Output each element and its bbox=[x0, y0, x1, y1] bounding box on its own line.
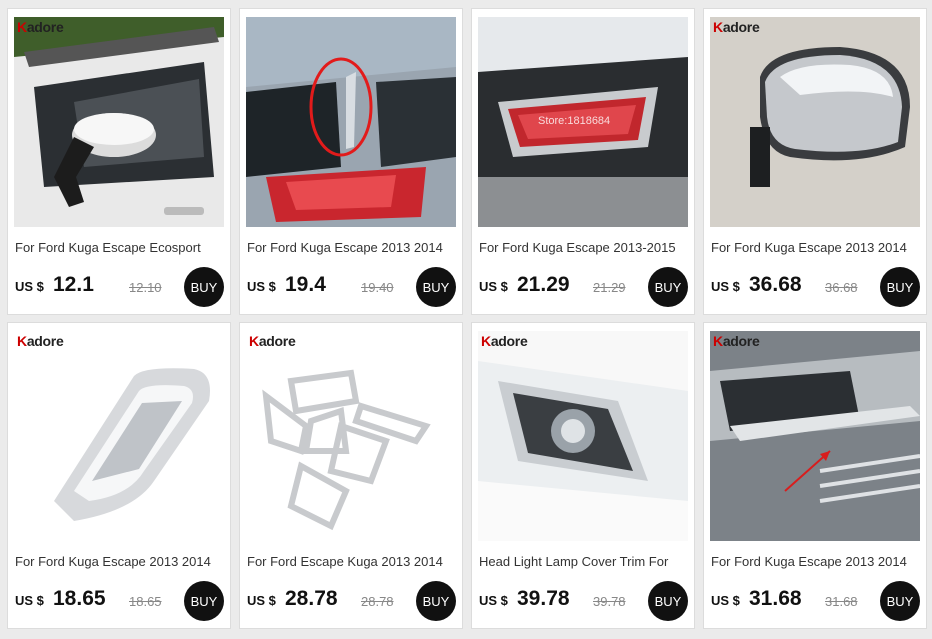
price: 18.65 bbox=[53, 587, 106, 610]
buy-button[interactable]: BUY bbox=[648, 267, 688, 307]
product-card[interactable]: Kadore For Ford Escape Kuga 2013 2014 US… bbox=[239, 322, 463, 629]
product-card[interactable]: For Ford Kuga Escape 2013 2014 US $ 19.4… bbox=[239, 8, 463, 315]
product-title[interactable]: For Ford Kuga Escape 2013 2014 bbox=[247, 240, 461, 255]
price-row: US $ 21.29 21.29 BUY bbox=[479, 267, 688, 309]
product-title[interactable]: For Ford Escape Kuga 2013 2014 bbox=[247, 554, 461, 569]
original-price: 18.65 bbox=[129, 594, 162, 609]
product-image[interactable]: Kadore bbox=[478, 331, 688, 541]
price: 12.1 bbox=[53, 273, 94, 296]
brand-logo: Kadore bbox=[713, 333, 760, 349]
product-card[interactable]: Kadore For Ford Kuga Escape 2013 2014 US… bbox=[703, 322, 927, 629]
brand-logo: Kadore bbox=[713, 19, 760, 35]
price-row: US $ 31.68 31.68 BUY bbox=[711, 581, 920, 623]
currency-label: US $ bbox=[15, 279, 44, 294]
product-image[interactable]: Kadore bbox=[14, 331, 224, 541]
brand-logo: Kadore bbox=[17, 19, 64, 35]
product-card[interactable]: Kadore Head Light Lamp Cover Trim For US… bbox=[471, 322, 695, 629]
product-image[interactable]: Kadore bbox=[14, 17, 224, 227]
buy-button[interactable]: BUY bbox=[416, 581, 456, 621]
currency-label: US $ bbox=[711, 593, 740, 608]
product-image[interactable]: Kadore bbox=[246, 331, 456, 541]
price-row: US $ 28.78 28.78 BUY bbox=[247, 581, 456, 623]
price: 21.29 bbox=[517, 273, 570, 296]
price-row: US $ 36.68 36.68 BUY bbox=[711, 267, 920, 309]
buy-button[interactable]: BUY bbox=[184, 267, 224, 307]
product-title[interactable]: For Ford Kuga Escape 2013 2014 bbox=[711, 554, 925, 569]
product-card[interactable]: Kadore For Ford Kuga Escape Ecosport US … bbox=[7, 8, 231, 315]
currency-label: US $ bbox=[247, 279, 276, 294]
price: 39.78 bbox=[517, 587, 570, 610]
product-title[interactable]: For Ford Kuga Escape 2013-2015 bbox=[479, 240, 693, 255]
original-price: 36.68 bbox=[825, 280, 858, 295]
price: 31.68 bbox=[749, 587, 802, 610]
currency-label: US $ bbox=[247, 593, 276, 608]
currency-label: US $ bbox=[479, 593, 508, 608]
price: 19.4 bbox=[285, 273, 326, 296]
buy-button[interactable]: BUY bbox=[880, 267, 920, 307]
product-image[interactable]: Kadore bbox=[710, 331, 920, 541]
original-price: 21.29 bbox=[593, 280, 626, 295]
product-image[interactable]: Kadore bbox=[710, 17, 920, 227]
currency-label: US $ bbox=[711, 279, 740, 294]
price: 28.78 bbox=[285, 587, 338, 610]
buy-button[interactable]: BUY bbox=[184, 581, 224, 621]
price-row: US $ 19.4 19.40 BUY bbox=[247, 267, 456, 309]
brand-logo: Kadore bbox=[481, 333, 528, 349]
product-title[interactable]: For Ford Kuga Escape Ecosport bbox=[15, 240, 229, 255]
buy-button[interactable]: BUY bbox=[416, 267, 456, 307]
currency-label: US $ bbox=[15, 593, 44, 608]
product-image[interactable]: Store:1818684 bbox=[478, 17, 688, 227]
product-card[interactable]: Store:1818684 For Ford Kuga Escape 2013-… bbox=[471, 8, 695, 315]
brand-logo: Kadore bbox=[249, 333, 296, 349]
product-card[interactable]: Kadore For Ford Kuga Escape 2013 2014 US… bbox=[703, 8, 927, 315]
currency-label: US $ bbox=[479, 279, 508, 294]
price-row: US $ 12.1 12.10 BUY bbox=[15, 267, 224, 309]
product-card[interactable]: Kadore For Ford Kuga Escape 2013 2014 US… bbox=[7, 322, 231, 629]
price-row: US $ 39.78 39.78 BUY bbox=[479, 581, 688, 623]
brand-logo: Kadore bbox=[17, 333, 64, 349]
original-price: 12.10 bbox=[129, 280, 162, 295]
original-price: 19.40 bbox=[361, 280, 394, 295]
price-row: US $ 18.65 18.65 BUY bbox=[15, 581, 224, 623]
product-title[interactable]: Head Light Lamp Cover Trim For bbox=[479, 554, 693, 569]
product-title[interactable]: For Ford Kuga Escape 2013 2014 bbox=[711, 240, 925, 255]
original-price: 28.78 bbox=[361, 594, 394, 609]
store-watermark: Store:1818684 bbox=[538, 115, 611, 127]
original-price: 39.78 bbox=[593, 594, 626, 609]
product-image[interactable] bbox=[246, 17, 456, 227]
product-title[interactable]: For Ford Kuga Escape 2013 2014 bbox=[15, 554, 229, 569]
buy-button[interactable]: BUY bbox=[880, 581, 920, 621]
price: 36.68 bbox=[749, 273, 802, 296]
original-price: 31.68 bbox=[825, 594, 858, 609]
buy-button[interactable]: BUY bbox=[648, 581, 688, 621]
